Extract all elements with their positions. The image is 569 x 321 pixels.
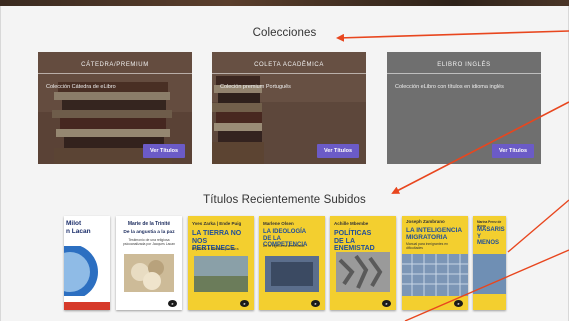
book-subtitle: Manual para inmigrantes en dificultades [406, 242, 449, 250]
publisher-logo-icon: e [168, 300, 177, 307]
view-titles-button[interactable]: Ver Títulos [143, 144, 185, 158]
cover-photo [402, 254, 468, 296]
view-titles-button[interactable]: Ver Títulos [492, 144, 534, 158]
book-author: Marlene Olsen [263, 221, 294, 226]
collection-card-catedra[interactable]: CÁTEDRA/PREMIUM Colección Cátedra de eLi… [38, 52, 192, 164]
collection-title: COLETA ACADÊMICA [254, 62, 324, 68]
publisher-logo-icon: e [382, 300, 391, 307]
book-title: Milot n Lacan [66, 220, 91, 235]
book-cover[interactable]: Marina Perez de Arcos MASARIS Y MENOS [473, 216, 506, 310]
divider [387, 73, 541, 74]
collection-title: CÁTEDRA/PREMIUM [81, 62, 149, 68]
book-subtitle: Repensar el territorio y la tierra [192, 247, 239, 251]
book-cover[interactable]: Marlene Olsen LA IDEOLOGÍA DE LA COMPETE… [259, 216, 325, 310]
collection-description: Coleción premium Português [220, 84, 291, 90]
cover-photo [336, 252, 390, 292]
collection-description: Colección eLibro con títulos en idioma i… [395, 84, 504, 90]
cover-photo [124, 254, 174, 292]
cover-art [64, 246, 98, 296]
book-cover[interactable]: Joseph Zambrano LA INTELIGENCIA MIGRATOR… [402, 216, 468, 310]
view-titles-button[interactable]: Ver Títulos [317, 144, 359, 158]
cover-photo [265, 256, 319, 292]
divider [38, 73, 192, 74]
book-author: Yves Zarka | Ende Puig [192, 221, 242, 226]
book-title: POLÍTICAS DE LA ENEMISTAD [334, 230, 375, 252]
cover-photo [473, 254, 506, 294]
book-author: Joseph Zambrano [406, 219, 445, 224]
book-cover[interactable]: Marie de la Trinité De la angustia a la … [116, 216, 182, 310]
publisher-logo-icon: e [311, 300, 320, 307]
book-title: LA INTELIGENCIA MIGRATORIA [406, 227, 463, 241]
collection-description: Colección Cátedra de eLibro [46, 84, 116, 90]
divider [212, 73, 366, 74]
book-cover[interactable]: Yves Zarka | Ende Puig LA TIERRA NO NOS … [188, 216, 254, 310]
book-title: De la angustia a la paz [123, 230, 175, 235]
publisher-logo-icon: e [454, 300, 463, 307]
collection-card-coleta[interactable]: COLETA ACADÊMICA Coleción premium Portug… [212, 52, 366, 164]
recent-titles-heading: Títulos Recientemente Subidos [203, 194, 366, 206]
book-cover[interactable]: Milot n Lacan [64, 216, 110, 310]
book-cover[interactable]: Achille Mbembe POLÍTICAS DE LA ENEMISTAD… [330, 216, 396, 310]
book-subtitle: Testimonio de una religiosa psicoanaliza… [122, 238, 176, 246]
cover-photo [194, 256, 248, 292]
collections-heading: Colecciones [252, 27, 317, 39]
book-title: MASARIS Y MENOS [477, 227, 505, 246]
collection-title: ELIBRO INGLÉS [437, 62, 491, 68]
publisher-logo-icon: e [240, 300, 249, 307]
book-author: Achille Mbembe [334, 221, 369, 226]
collection-card-elibro-ingles[interactable]: ELIBRO INGLÉS Colección eLibro con títul… [387, 52, 541, 164]
cover-band [64, 302, 110, 310]
book-subtitle: De la ingeniería al mercado [263, 244, 305, 248]
book-author: Marie de la Trinité [127, 221, 171, 227]
